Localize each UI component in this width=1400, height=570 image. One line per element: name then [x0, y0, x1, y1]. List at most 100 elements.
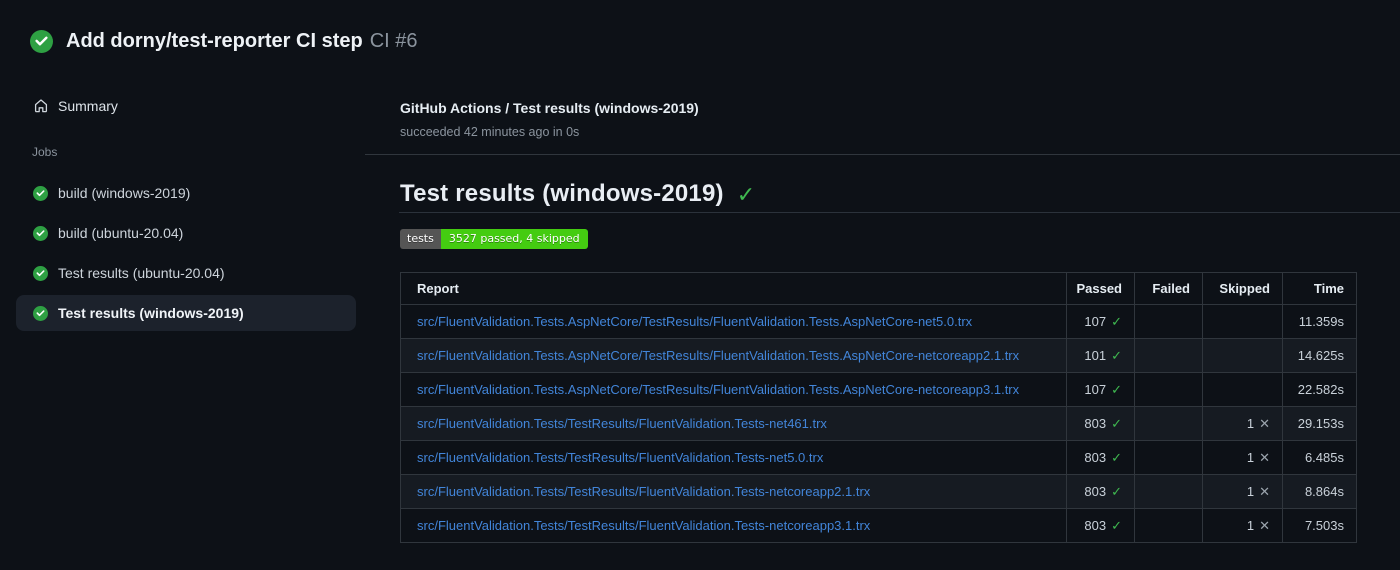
time-cell: 14.625s [1282, 338, 1357, 373]
passed-cell-count: 107 [1084, 381, 1107, 397]
passed-check-icon: ✓ [1111, 449, 1122, 465]
sidebar-item-summary[interactable]: Summary [16, 90, 356, 122]
sidebar-job-item[interactable]: Test results (windows-2019) [16, 295, 356, 331]
table-row: src/FluentValidation.Tests/TestResults/F… [400, 440, 1357, 475]
column-header-passed: Passed [1066, 272, 1135, 305]
workflow-run-page: Add dorny/test-reporter CI step CI #6 Sum… [0, 0, 1400, 570]
report-heading-text: Test results (windows-2019) [400, 180, 724, 207]
job-label: build (windows-2019) [58, 185, 191, 201]
header-divider [365, 154, 1400, 155]
column-header-skipped: Skipped [1202, 272, 1283, 305]
job-label: build (ubuntu-20.04) [58, 225, 184, 241]
skipped-cell-count: 1 [1246, 449, 1255, 465]
skipped-cell [1202, 338, 1283, 373]
passed-cell: 107 ✓ [1066, 304, 1135, 339]
passed-cell-count: 101 [1084, 347, 1107, 363]
report-cell: src/FluentValidation.Tests.AspNetCore/Te… [400, 338, 1067, 373]
report-cell: src/FluentValidation.Tests.AspNetCore/Te… [400, 372, 1067, 407]
failed-cell [1134, 338, 1203, 373]
home-icon [34, 99, 48, 113]
skipped-x-icon: ✕ [1259, 449, 1270, 465]
sidebar-job-item[interactable]: Test results (ubuntu-20.04) [16, 255, 356, 291]
time-cell: 7.503s [1282, 508, 1357, 543]
passed-cell-count: 803 [1084, 483, 1107, 499]
report-link[interactable]: src/FluentValidation.Tests/TestResults/F… [417, 416, 827, 431]
failed-cell [1134, 440, 1203, 475]
skipped-cell: 1 ✕ [1202, 440, 1283, 475]
passed-cell: 803 ✓ [1066, 474, 1135, 509]
time-cell: 11.359s [1282, 304, 1357, 339]
tests-badge-value: 3527 passed, 4 skipped [440, 229, 588, 249]
passed-cell-count: 107 [1084, 313, 1107, 329]
failed-cell [1134, 304, 1203, 339]
passed-cell: 803 ✓ [1066, 406, 1135, 441]
passed-cell: 803 ✓ [1066, 440, 1135, 475]
passed-check-icon: ✓ [1111, 415, 1122, 431]
skipped-x-icon: ✕ [1259, 415, 1270, 431]
report-link[interactable]: src/FluentValidation.Tests.AspNetCore/Te… [417, 348, 1019, 363]
job-label: Test results (ubuntu-20.04) [58, 265, 225, 281]
report-cell: src/FluentValidation.Tests/TestResults/F… [400, 508, 1067, 543]
table-row: src/FluentValidation.Tests.AspNetCore/Te… [400, 304, 1357, 339]
passed-cell-count: 803 [1084, 449, 1107, 465]
heading-divider [399, 212, 1400, 213]
success-check-icon: ✓ [736, 182, 756, 207]
table-header-row: Report Passed Failed Skipped Time [400, 272, 1357, 305]
tests-badge-label: tests [400, 229, 441, 249]
failed-cell [1134, 406, 1203, 441]
skipped-cell: 1 ✕ [1202, 474, 1283, 509]
failed-cell [1134, 474, 1203, 509]
passed-cell-count: 803 [1084, 415, 1107, 431]
skipped-cell-count: 1 [1246, 415, 1255, 431]
skipped-cell [1202, 372, 1283, 407]
failed-cell [1134, 508, 1203, 543]
column-header-failed: Failed [1134, 272, 1203, 305]
passed-check-icon: ✓ [1111, 347, 1122, 363]
skipped-x-icon: ✕ [1259, 483, 1270, 499]
check-circle-icon [33, 265, 48, 281]
skipped-cell-count: 1 [1246, 517, 1255, 533]
check-circle-icon [33, 225, 48, 241]
sidebar-summary-label: Summary [58, 98, 118, 114]
jobs-section-label: Jobs [32, 145, 58, 159]
passed-cell-count: 803 [1084, 517, 1107, 533]
passed-check-icon: ✓ [1111, 517, 1122, 533]
results-table-wrap: Report Passed Failed Skipped Time src/Fluent… [400, 272, 1357, 543]
time-cell: 29.153s [1282, 406, 1357, 441]
check-run-status: succeeded 42 minutes ago in 0s [400, 125, 580, 139]
run-number: CI #6 [369, 30, 418, 52]
passed-cell: 107 ✓ [1066, 372, 1135, 407]
passed-cell: 803 ✓ [1066, 508, 1135, 543]
jobs-list: build (windows-2019) build (ubuntu-20.04)… [16, 175, 356, 335]
report-cell: src/FluentValidation.Tests/TestResults/F… [400, 406, 1067, 441]
skipped-cell-count: 1 [1246, 483, 1255, 499]
table-row: src/FluentValidation.Tests/TestResults/F… [400, 474, 1357, 509]
results-table: Report Passed Failed Skipped Time src/Fluent… [400, 272, 1357, 543]
report-link[interactable]: src/FluentValidation.Tests/TestResults/F… [417, 450, 823, 465]
passed-cell: 101 ✓ [1066, 338, 1135, 373]
table-row: src/FluentValidation.Tests/TestResults/F… [400, 406, 1357, 441]
table-row: src/FluentValidation.Tests.AspNetCore/Te… [400, 338, 1357, 373]
report-cell: src/FluentValidation.Tests/TestResults/F… [400, 474, 1067, 509]
column-header-report: Report [400, 272, 1067, 305]
report-cell: src/FluentValidation.Tests/TestResults/F… [400, 440, 1067, 475]
sidebar-job-item[interactable]: build (windows-2019) [16, 175, 356, 211]
job-label: Test results (windows-2019) [58, 305, 244, 321]
column-header-time: Time [1282, 272, 1357, 305]
report-cell: src/FluentValidation.Tests.AspNetCore/Te… [400, 304, 1067, 339]
skipped-cell [1202, 304, 1283, 339]
skipped-x-icon: ✕ [1259, 517, 1270, 533]
table-row: src/FluentValidation.Tests/TestResults/F… [400, 508, 1357, 543]
tests-badge: tests 3527 passed, 4 skipped [400, 229, 588, 249]
report-link[interactable]: src/FluentValidation.Tests.AspNetCore/Te… [417, 382, 1019, 397]
skipped-cell: 1 ✕ [1202, 406, 1283, 441]
passed-check-icon: ✓ [1111, 313, 1122, 329]
skipped-cell: 1 ✕ [1202, 508, 1283, 543]
report-link[interactable]: src/FluentValidation.Tests/TestResults/F… [417, 518, 870, 533]
sidebar-job-item[interactable]: build (ubuntu-20.04) [16, 215, 356, 251]
report-heading: Test results (windows-2019) ✓ [400, 180, 755, 208]
time-cell: 8.864s [1282, 474, 1357, 509]
check-circle-icon [33, 185, 48, 201]
report-link[interactable]: src/FluentValidation.Tests/TestResults/F… [417, 484, 870, 499]
report-link[interactable]: src/FluentValidation.Tests.AspNetCore/Te… [417, 314, 972, 329]
